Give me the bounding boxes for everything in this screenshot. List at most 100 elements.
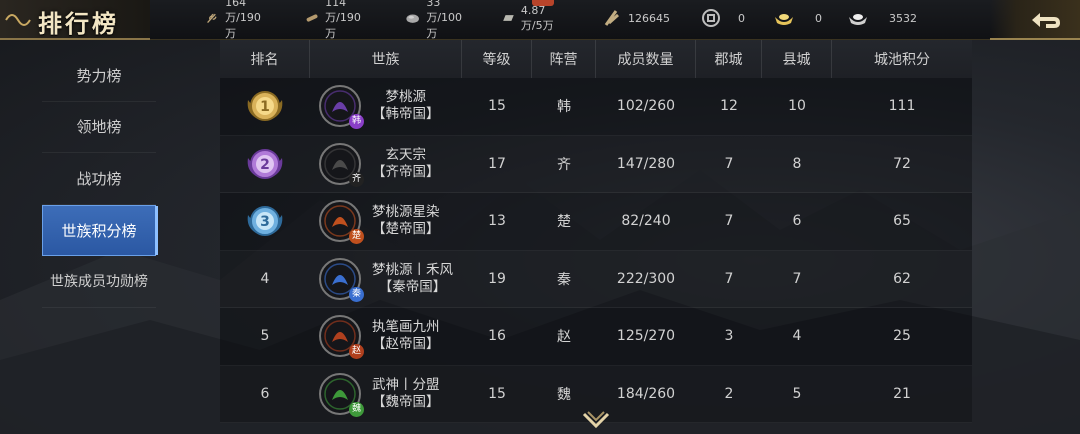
column-header-county[interactable]: 县城 [762, 40, 832, 78]
resource-value: 0 [815, 11, 822, 25]
resource-value: 164万/190万 [225, 0, 261, 40]
table-header: 排名 世族 等级 阵营 成员数量 郡城 县城 城池积分 [220, 40, 972, 78]
city-score-cell: 65 [893, 213, 911, 230]
ornament-icon [5, 14, 31, 26]
city-score-cell: 62 [893, 270, 911, 287]
clan-empire: 【楚帝国】 [372, 221, 440, 238]
rank-medal-icon: 2 [247, 148, 283, 179]
camp-cell: 韩 [557, 99, 571, 116]
table-row[interactable]: 5 赵执笔画九州 【赵帝国】 16 赵 125/270 3 4 25 [220, 308, 972, 366]
level-cell: 19 [488, 270, 506, 287]
camp-badge: 齐 [349, 171, 364, 187]
table-row[interactable]: 4 秦梦桃源丨禾风 【秦帝国】 19 秦 222/300 7 7 62 [220, 250, 972, 308]
sidebar-item-clan-score-ranking[interactable]: 世族积分榜 [42, 204, 158, 256]
clan-cell[interactable]: 楚梦桃源星染 【楚帝国】 [310, 193, 462, 250]
clan-emblem-icon: 魏 [318, 372, 364, 417]
clan-emblem-icon: 赵 [318, 314, 364, 360]
rank-cell: 2 [220, 136, 310, 193]
table-row[interactable]: 3 楚梦桃源星染 【楚帝国】 13 楚 82/240 7 6 65 [220, 193, 972, 251]
members-cell: 147/280 [616, 155, 676, 172]
clan-cell[interactable]: 秦梦桃源丨禾风 【秦帝国】 [310, 251, 462, 308]
county-cell: 10 [788, 98, 806, 115]
rank-number: 4 [260, 270, 270, 287]
sidebar-item-label: 势力榜 [76, 66, 122, 85]
gold-ingot-icon [775, 14, 793, 25]
camp-cell: 楚 [557, 214, 571, 231]
resource-value: 4.87万/5万 [520, 3, 554, 32]
stone-icon [406, 14, 419, 23]
clan-cell[interactable]: 魏武神丨分盟 【魏帝国】 [310, 366, 462, 423]
sidebar-item-label: 世族积分榜 [61, 221, 137, 240]
clan-text: 梦桃源 【韩帝国】 [372, 89, 440, 123]
clan-empire: 【齐帝国】 [372, 163, 440, 180]
resource-value: 3532 [889, 11, 917, 25]
clan-cell[interactable]: 赵执笔画九州 【赵帝国】 [310, 308, 462, 365]
table-row[interactable]: 1 韩梦桃源 【韩帝国】 15 韩 102/260 12 10 111 [220, 78, 972, 136]
clan-text: 武神丨分盟 【魏帝国】 [372, 377, 440, 411]
sidebar-item-label: 战功榜 [76, 169, 122, 188]
members-cell: 222/300 [616, 270, 676, 287]
column-header-city-score[interactable]: 城池积分 [832, 40, 972, 78]
rank-cell: 4 [220, 251, 310, 308]
rank-number: 2 [260, 157, 270, 173]
members-cell: 82/240 [621, 213, 671, 230]
resource-gold[interactable]: 0 [773, 7, 822, 29]
scroll-down-chevron-icon[interactable] [580, 410, 612, 432]
clan-emblem-icon: 秦 [318, 257, 364, 302]
resource-stone[interactable]: 33万/100万 [405, 0, 469, 40]
county-cell: 6 [792, 213, 802, 230]
clan-emblem-icon: 韩 [318, 84, 364, 130]
rank-cell: 3 [220, 193, 310, 250]
resource-silver[interactable]: 3532 [847, 7, 917, 29]
top-bar: 排行榜 164万/190万 114万/190万 33万/100万 4.87万/5… [0, 0, 1080, 40]
ranking-table: 排名 世族 等级 阵营 成员数量 郡城 县城 城池积分 1 韩梦桃源 【韩帝国】 15… [220, 40, 972, 423]
column-header-clan[interactable]: 世族 [310, 40, 462, 78]
county-cell: 4 [792, 328, 802, 345]
resource-value: 0 [738, 11, 745, 25]
resource-wood[interactable]: 114万/190万 [305, 0, 369, 40]
column-header-commandery[interactable]: 郡城 [696, 40, 762, 78]
resource-value: 33万/100万 [426, 0, 463, 40]
resource-iron[interactable]: 4.87万/5万 [502, 4, 555, 32]
order-icon [604, 10, 619, 26]
clan-empire: 【韩帝国】 [372, 106, 440, 123]
clan-cell[interactable]: 韩梦桃源 【韩帝国】 [310, 78, 462, 135]
table-row[interactable]: 2 齐玄天宗 【齐帝国】 17 齐 147/280 7 8 72 [220, 135, 972, 193]
clan-name: 玄天宗 [385, 146, 427, 163]
column-header-members[interactable]: 成员数量 [596, 40, 696, 78]
camp-badge: 魏 [349, 401, 364, 417]
county-cell: 7 [792, 270, 802, 287]
county-cell: 8 [792, 155, 802, 172]
rank-cell: 1 [220, 78, 310, 135]
commandery-cell: 2 [724, 385, 734, 402]
back-button[interactable] [990, 0, 1080, 40]
rank-number: 6 [260, 385, 270, 402]
sidebar-item-power-ranking[interactable]: 势力榜 [42, 50, 156, 102]
commandery-cell: 7 [724, 155, 734, 172]
column-header-camp[interactable]: 阵营 [532, 40, 596, 78]
sidebar-item-label: 领地榜 [76, 118, 122, 137]
sidebar-item-territory-ranking[interactable]: 领地榜 [42, 102, 156, 153]
resource-grain[interactable]: 164万/190万 [205, 0, 269, 40]
resource-order[interactable]: 126645 [600, 7, 670, 29]
column-header-rank[interactable]: 排名 [220, 40, 310, 78]
return-arrow-icon [1032, 13, 1060, 28]
clan-empire: 【魏帝国】 [372, 393, 440, 410]
resource-copper[interactable]: 0 [700, 7, 745, 29]
clan-cell[interactable]: 齐玄天宗 【齐帝国】 [310, 136, 462, 193]
sidebar-item-merit-ranking[interactable]: 战功榜 [42, 153, 156, 205]
level-cell: 15 [488, 98, 506, 115]
copper-coin-icon [702, 9, 720, 27]
clan-text: 梦桃源星染 【楚帝国】 [372, 204, 440, 238]
resource-value: 126645 [628, 11, 670, 25]
clan-text: 执笔画九州 【赵帝国】 [372, 319, 440, 353]
sidebar-item-clan-member-merit-ranking[interactable]: 世族成员功勋榜 [42, 256, 156, 308]
clan-name: 执笔画九州 [372, 319, 440, 336]
iron-icon [503, 15, 514, 21]
clan-text: 玄天宗 【齐帝国】 [372, 147, 440, 181]
column-header-level[interactable]: 等级 [462, 40, 532, 78]
commandery-cell: 7 [724, 213, 734, 230]
level-cell: 13 [488, 213, 506, 230]
clan-text: 梦桃源丨禾风 【秦帝国】 [372, 262, 453, 296]
commandery-cell: 3 [724, 328, 734, 345]
